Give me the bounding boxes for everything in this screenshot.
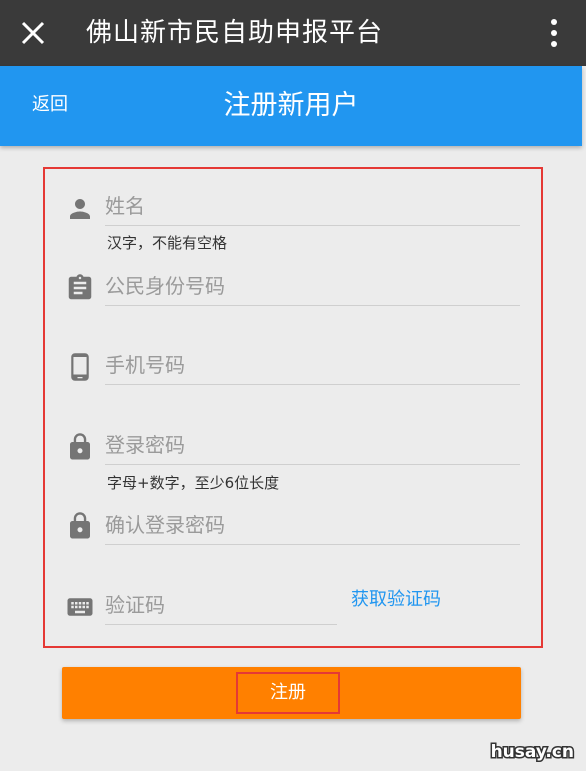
- code-field: [105, 587, 337, 625]
- get-code-link[interactable]: 获取验证码: [351, 588, 441, 612]
- name-input[interactable]: [105, 188, 520, 224]
- clipboard-icon: [68, 274, 92, 300]
- phone-input[interactable]: [105, 347, 520, 383]
- code-input[interactable]: [105, 587, 337, 623]
- watermark-logo: husay.cn: [489, 741, 575, 764]
- lock-icon: [70, 512, 90, 539]
- name-field: [105, 188, 520, 226]
- name-hint: 汉字，不能有空格: [107, 234, 228, 252]
- register-button-label: 注册: [236, 672, 340, 714]
- confirm-password-input[interactable]: [105, 507, 520, 543]
- register-form: 汉字，不能有空格 字母+数字，至少6位长度 获取验证码: [43, 167, 543, 648]
- lock-icon: [70, 433, 90, 460]
- password-field: [105, 427, 520, 465]
- phone-icon: [71, 353, 89, 381]
- register-button[interactable]: 注册: [62, 667, 521, 719]
- app-bar: 佛山新市民自助申报平台: [0, 0, 586, 66]
- person-icon: [70, 199, 90, 219]
- id-number-field: [105, 268, 520, 306]
- keyboard-icon: [67, 598, 93, 616]
- id-number-input[interactable]: [105, 268, 520, 304]
- more-options-icon[interactable]: [550, 18, 558, 48]
- page-title: 注册新用户: [223, 90, 359, 121]
- password-hint: 字母+数字，至少6位长度: [107, 474, 280, 492]
- confirm-password-field: [105, 507, 520, 545]
- phone-field: [105, 347, 520, 385]
- svg-text:husay.cn: husay.cn: [491, 742, 574, 762]
- app-title: 佛山新市民自助申报平台: [86, 18, 384, 48]
- close-icon[interactable]: [18, 18, 48, 48]
- password-input[interactable]: [105, 427, 520, 463]
- page-header: 返回 注册新用户: [0, 66, 582, 146]
